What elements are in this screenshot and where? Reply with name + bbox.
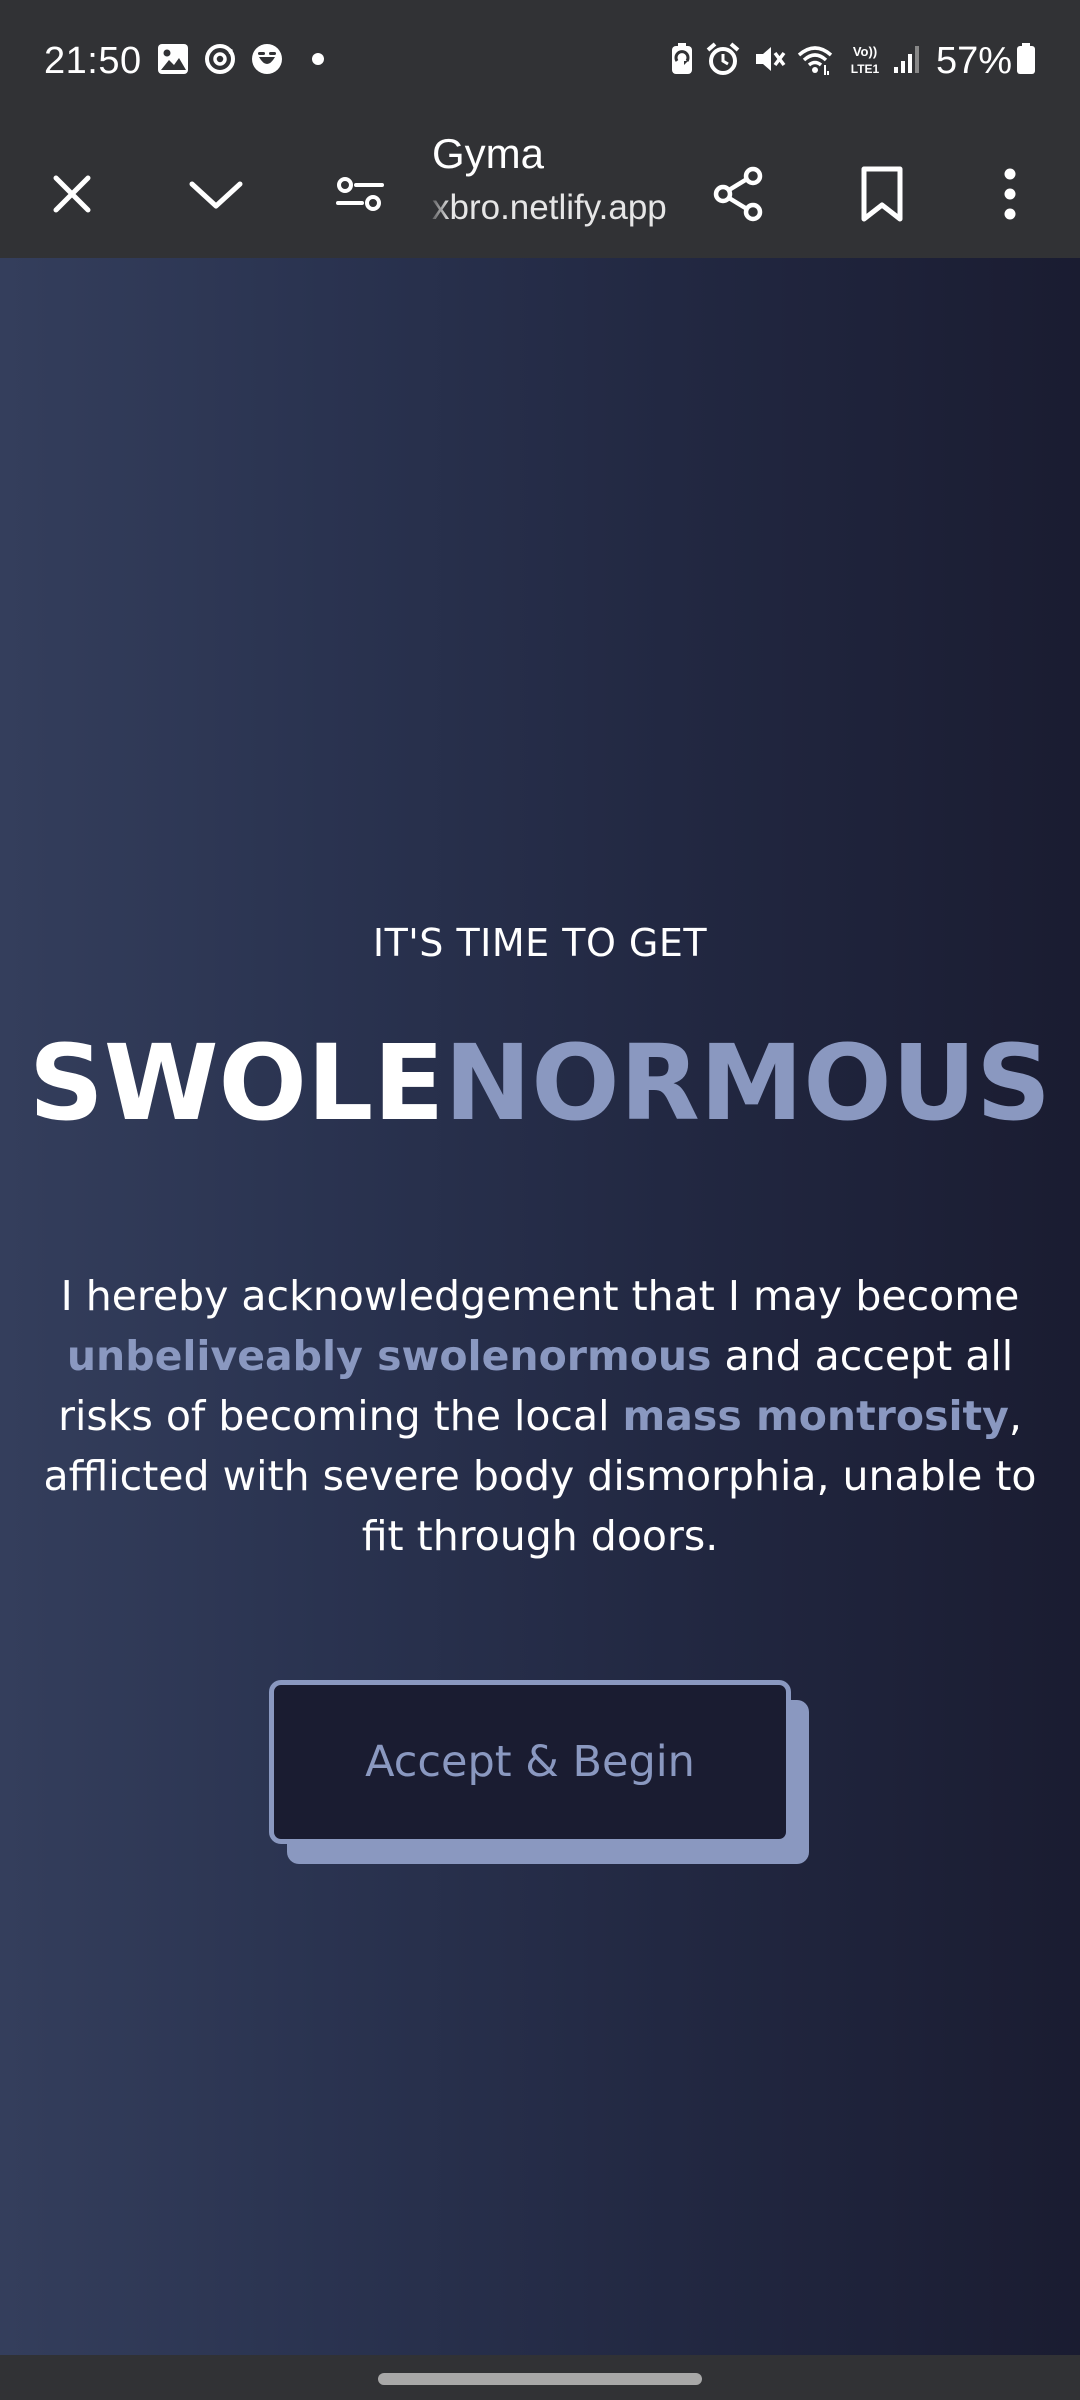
- wifi-icon: [797, 46, 833, 75]
- mute-icon: [756, 47, 786, 71]
- gesture-handle[interactable]: [378, 2373, 702, 2385]
- status-bar: 21:50 Vo)) LTE1 57%: [0, 0, 1080, 122]
- gallery-icon: [158, 44, 188, 74]
- chevron-down-icon: [189, 181, 243, 209]
- acknowledgement-paragraph: I hereby acknowledgement that I may beco…: [40, 1266, 1040, 1566]
- minimize-button[interactable]: [174, 152, 258, 236]
- more-vert-icon: [1004, 168, 1016, 220]
- face-icon: [252, 44, 282, 74]
- site-settings-button[interactable]: [318, 152, 402, 236]
- battery-icon: [1017, 43, 1035, 74]
- screen: 21:50 Vo)) LTE1 57% Gyma xbro.netlify.ap…: [0, 0, 1080, 2400]
- sync-icon: [205, 44, 235, 74]
- browser-chrome: 21:50 Vo)) LTE1 57% Gyma xbro.netlify.ap…: [0, 0, 1080, 258]
- page-title: Gyma: [432, 130, 545, 177]
- close-icon: [53, 175, 91, 213]
- battery-percent: 57%: [936, 40, 1013, 82]
- more-options-button[interactable]: [968, 152, 1052, 236]
- eyebrow-text: IT'S TIME TO GET: [372, 921, 708, 965]
- address-area[interactable]: Gyma xbro.netlify.app: [432, 122, 682, 258]
- status-time: 21:50: [44, 40, 142, 82]
- svg-text:LTE1: LTE1: [851, 62, 880, 76]
- headline-part-2: NORMOUS: [444, 1022, 1052, 1144]
- signal-icon: [894, 46, 919, 73]
- svg-text:Vo)): Vo)): [853, 44, 877, 59]
- accept-begin-button[interactable]: Accept & Begin: [269, 1680, 791, 1844]
- battery-saver-icon: [672, 43, 692, 74]
- share-button[interactable]: [697, 152, 781, 236]
- share-icon: [713, 166, 763, 222]
- browser-toolbar: Gyma xbro.netlify.app: [0, 122, 1080, 258]
- web-page: IT'S TIME TO GET SWOLENORMOUS I hereby a…: [0, 258, 1080, 2355]
- headline-part-1: SWOLE: [28, 1022, 445, 1144]
- site-settings-icon: [336, 177, 384, 211]
- volte-icon: Vo)) LTE1: [851, 44, 880, 76]
- navigation-bar: [0, 2355, 1080, 2400]
- bookmark-icon: [861, 166, 903, 222]
- hero-headline: SWOLENORMOUS: [0, 1023, 1080, 1143]
- alarm-icon: [706, 42, 740, 75]
- page-url: xbro.netlify.app: [432, 188, 667, 227]
- close-button[interactable]: [30, 152, 114, 236]
- dot-icon: [312, 53, 324, 65]
- paragraph-highlight-1: unbeliveably swolenormous: [66, 1332, 712, 1380]
- paragraph-text-1: I hereby acknowledgement that I may beco…: [60, 1272, 1020, 1320]
- bookmark-button[interactable]: [840, 152, 924, 236]
- paragraph-highlight-2: mass montrosity: [622, 1392, 1009, 1440]
